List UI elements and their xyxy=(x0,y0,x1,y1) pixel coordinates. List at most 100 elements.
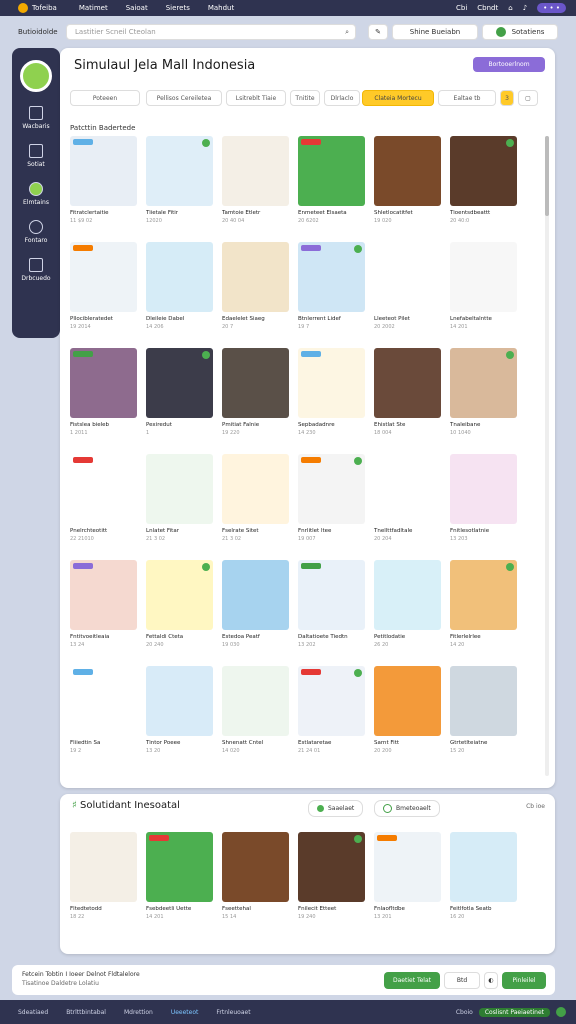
favorite-icon[interactable] xyxy=(202,139,210,147)
product-image[interactable] xyxy=(450,560,517,630)
product-image[interactable] xyxy=(298,454,365,524)
product-image[interactable] xyxy=(70,454,137,524)
filter-chip[interactable]: Dlrlaclo xyxy=(324,90,360,106)
product-image[interactable] xyxy=(146,560,213,630)
product-card[interactable]: Lnefabeltalntte 14 201 xyxy=(450,242,519,330)
footer-right[interactable]: Cboio xyxy=(456,1009,473,1016)
product-image[interactable] xyxy=(70,348,137,418)
product-card[interactable]: Feitlfotla Seatb 16 20 xyxy=(450,832,519,920)
product-card[interactable]: Shnenatt Cntel 14 020 xyxy=(222,666,291,754)
brand-name[interactable]: Tofeiba xyxy=(32,4,57,12)
product-image[interactable] xyxy=(450,348,517,418)
product-card[interactable]: Lnlatet Fitar 21 3 02 xyxy=(146,454,215,542)
product-image[interactable] xyxy=(222,242,289,312)
product-card[interactable]: Fistslea bieleb 1 2011 xyxy=(70,348,139,436)
product-image[interactable] xyxy=(374,348,441,418)
product-image[interactable] xyxy=(146,136,213,206)
search-input[interactable]: Lastitier Scneil Cteolan ⌕ xyxy=(66,24,356,40)
product-card[interactable]: Dleileie Dabel 14 206 xyxy=(146,242,215,330)
footer-link[interactable]: Btrlttbintabal xyxy=(66,1009,106,1016)
topbar-right-item[interactable]: Cbi xyxy=(456,4,467,12)
product-image[interactable] xyxy=(374,242,441,312)
sidebar-item[interactable]: Elmtains xyxy=(12,182,60,206)
favorite-icon[interactable] xyxy=(202,351,210,359)
topbar-item[interactable]: Sierets xyxy=(166,4,190,12)
product-image[interactable] xyxy=(298,560,365,630)
product-image[interactable] xyxy=(70,136,137,206)
filter-chip[interactable]: Tnitite xyxy=(290,90,320,106)
product-card[interactable]: Gtrtetlteiatne 15 20 xyxy=(450,666,519,754)
product-card[interactable]: Fseettehal 15 14 xyxy=(222,832,291,920)
product-image[interactable] xyxy=(298,348,365,418)
filter-chip[interactable]: Lsitreblt Tiaie xyxy=(226,90,286,106)
filter-chip[interactable]: Poteeen xyxy=(70,90,140,106)
product-image[interactable] xyxy=(374,560,441,630)
topbar-right-item[interactable]: Cbndt xyxy=(477,4,498,12)
product-card[interactable]: Sarnt Fitt 20 200 xyxy=(374,666,443,754)
product-image[interactable] xyxy=(146,832,213,902)
product-image[interactable] xyxy=(298,666,365,736)
product-card[interactable]: Sepbadadnre 14 230 xyxy=(298,348,367,436)
product-image[interactable] xyxy=(298,832,365,902)
favorite-icon[interactable] xyxy=(354,245,362,253)
product-card[interactable]: Edaelelet Siaeg 20 7 xyxy=(222,242,291,330)
product-image[interactable] xyxy=(146,666,213,736)
panel-button[interactable]: Bmeteoaelt xyxy=(374,800,440,817)
scrollbar[interactable] xyxy=(545,136,549,776)
filter-chip[interactable]: Ealtae tb xyxy=(438,90,496,106)
product-card[interactable]: Fnitlesotlatnie 13 203 xyxy=(450,454,519,542)
product-image[interactable] xyxy=(374,136,441,206)
product-image[interactable] xyxy=(298,136,365,206)
product-image[interactable] xyxy=(70,666,137,736)
product-card[interactable]: Daltatioete Tiedtn 13 202 xyxy=(298,560,367,648)
product-card[interactable]: Fnilecit Etteet 19 240 xyxy=(298,832,367,920)
product-card[interactable]: Estlataretae 21 24 01 xyxy=(298,666,367,754)
favorite-icon[interactable] xyxy=(354,669,362,677)
product-card[interactable]: Pllocibleratedet 19 2014 xyxy=(70,242,139,330)
product-image[interactable] xyxy=(222,560,289,630)
product-image[interactable] xyxy=(374,454,441,524)
product-card[interactable]: Fselrate Sitet 21 3 02 xyxy=(222,454,291,542)
filter-icon[interactable]: ✎ xyxy=(368,24,388,40)
product-image[interactable] xyxy=(222,832,289,902)
footer-link[interactable]: Frtnleuoaet xyxy=(216,1009,250,1016)
product-card[interactable]: Fnlaofltdbe 13 201 xyxy=(374,832,443,920)
product-image[interactable] xyxy=(146,454,213,524)
product-image[interactable] xyxy=(298,242,365,312)
product-image[interactable] xyxy=(222,666,289,736)
product-card[interactable]: Fitratclertaitie 11 $9 02 xyxy=(70,136,139,224)
product-image[interactable] xyxy=(450,666,517,736)
product-card[interactable]: Tnellttfadltale 20 204 xyxy=(374,454,443,542)
filter-toggle[interactable]: ▢ xyxy=(518,90,538,106)
product-card[interactable]: Pexiredut 1 xyxy=(146,348,215,436)
product-image[interactable] xyxy=(146,242,213,312)
sidebar-item[interactable]: Drbcuedo xyxy=(12,258,60,282)
product-image[interactable] xyxy=(222,454,289,524)
footer-link[interactable]: Mdrettion xyxy=(124,1009,153,1016)
product-card[interactable]: Lleeteot Pilet 20 2002 xyxy=(374,242,443,330)
topbar-item[interactable]: Saioat xyxy=(126,4,148,12)
product-card[interactable]: Fltedtetodd 18 22 xyxy=(70,832,139,920)
filter-chip-active[interactable]: Clateia Mortecu xyxy=(362,90,434,106)
circle-icon[interactable]: ◐ xyxy=(484,972,498,989)
header-action[interactable]: Sotatiens xyxy=(482,24,558,40)
product-card[interactable]: Estedoa Peatf 19 030 xyxy=(222,560,291,648)
product-card[interactable]: Tiietale Fitir 12020 xyxy=(146,136,215,224)
product-image[interactable] xyxy=(222,348,289,418)
product-image[interactable] xyxy=(70,560,137,630)
product-card[interactable]: Fsebdeetli Uette 14 201 xyxy=(146,832,215,920)
product-card[interactable]: Petitlodatie 26 20 xyxy=(374,560,443,648)
product-card[interactable]: Tioentsdbeattt 20 40:0 xyxy=(450,136,519,224)
product-card[interactable]: Pmitiat Falnie 19 220 xyxy=(222,348,291,436)
product-card[interactable]: Fettaldi Cteta 20 240 xyxy=(146,560,215,648)
sidebar-item[interactable]: Sotiat xyxy=(12,144,60,168)
product-image[interactable] xyxy=(450,454,517,524)
favorite-icon[interactable] xyxy=(354,835,362,843)
product-image[interactable] xyxy=(70,242,137,312)
product-card[interactable]: Btnlerrent Lidef 19 7 xyxy=(298,242,367,330)
confirm-button[interactable]: Daetiet Telat xyxy=(384,972,440,989)
primary-button[interactable]: Bortooerlnom xyxy=(473,57,545,72)
product-image[interactable] xyxy=(222,136,289,206)
filter-count[interactable]: 3 xyxy=(500,90,514,106)
favorite-icon[interactable] xyxy=(202,563,210,571)
